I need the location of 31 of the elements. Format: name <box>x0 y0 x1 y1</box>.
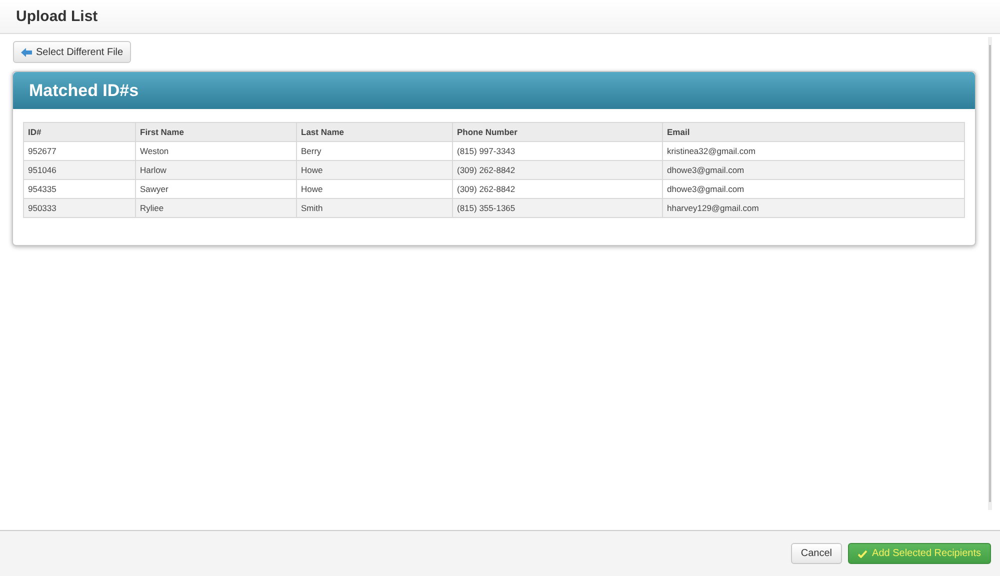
table-cell: Sawyer <box>136 180 296 198</box>
table-cell: hharvey129@gmail.com <box>662 198 964 218</box>
table-cell: Berry <box>296 142 452 160</box>
table-cell: (309) 262-8842 <box>452 180 662 198</box>
checkmark-icon <box>858 550 868 558</box>
table-cell: 954335 <box>24 180 136 198</box>
column-header: ID# <box>24 122 136 142</box>
table-cell: dhowe3@gmail.com <box>662 180 964 198</box>
table-cell: Ryliee <box>136 198 296 218</box>
table-cell: Harlow <box>136 160 296 180</box>
cancel-button[interactable]: Cancel <box>790 543 842 564</box>
table-cell: (309) 262-8842 <box>452 160 662 180</box>
window-title: Upload List <box>16 8 98 25</box>
select-file-button[interactable]: Select Different File <box>13 41 132 63</box>
table-cell: kristinea32@gmail.com <box>662 142 964 160</box>
table-cell: Smith <box>296 198 452 218</box>
column-header: Phone Number <box>452 122 662 142</box>
table-cell: dhowe3@gmail.com <box>662 160 964 180</box>
panel-title: Matched ID#s <box>29 80 139 100</box>
column-header: Last Name <box>296 122 452 142</box>
table-cell: Howe <box>296 160 452 180</box>
table-cell: (815) 355-1365 <box>452 198 662 218</box>
table-cell: 950333 <box>24 198 136 218</box>
table-cell: Howe <box>296 180 452 198</box>
left-arrow-icon <box>21 48 32 56</box>
table-cell: Weston <box>136 142 296 160</box>
table-cell: 952677 <box>24 142 136 160</box>
table-cell: (815) 997-3343 <box>452 142 662 160</box>
column-header: First Name <box>136 122 296 142</box>
column-header: Email <box>662 122 964 142</box>
table-cell: 951046 <box>24 160 136 180</box>
